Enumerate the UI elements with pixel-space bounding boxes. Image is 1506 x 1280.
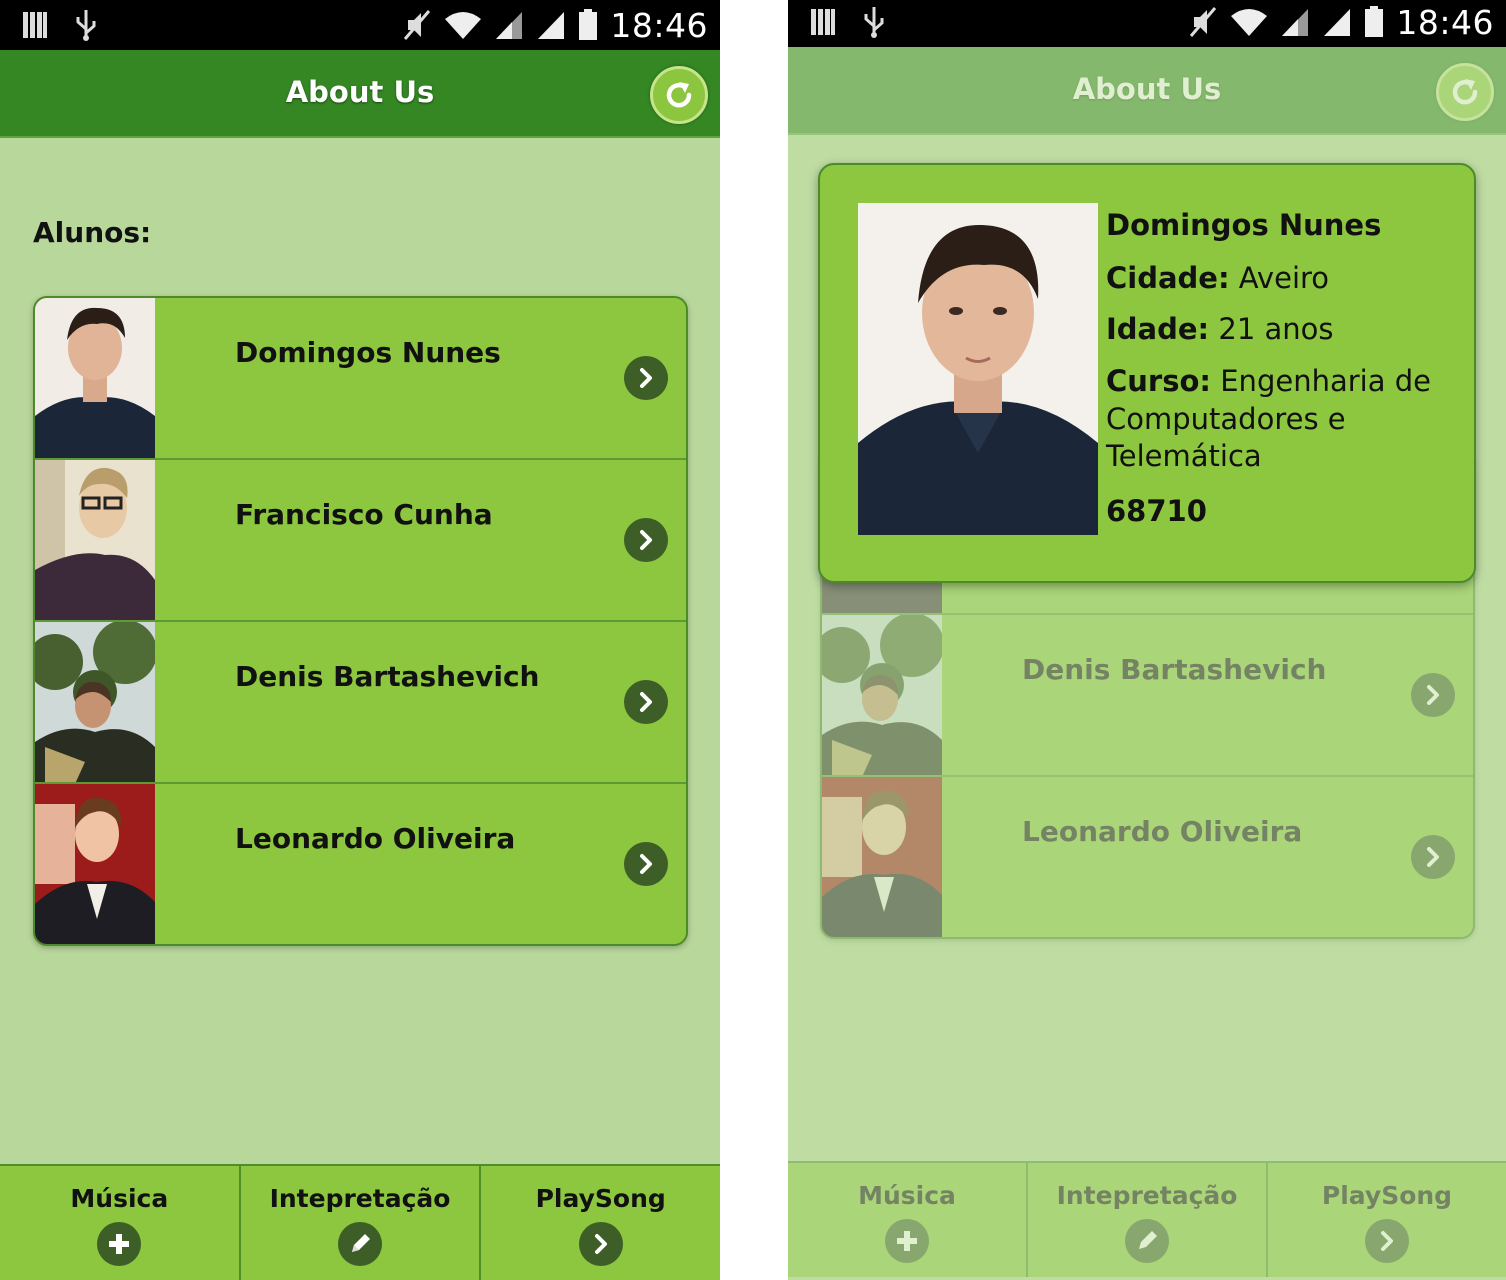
student-name: Leonardo Oliveira (235, 822, 516, 855)
status-bar: 18:46 (0, 0, 720, 50)
status-time: 18:46 (1396, 2, 1494, 42)
bottom-nav: Música Intepretação PlaySong (0, 1164, 720, 1280)
mute-icon (1188, 6, 1218, 38)
list-item-domingos[interactable]: Domingos Nunes (35, 298, 686, 460)
popup-photo (858, 203, 1098, 535)
battery-icon (1364, 6, 1384, 38)
plus-icon (97, 1222, 142, 1266)
usb-icon (862, 6, 886, 38)
usb-icon (74, 9, 98, 41)
student-name: Denis Bartashevich (235, 660, 540, 693)
app-header: About Us (0, 50, 720, 138)
signal-icon-2 (1322, 7, 1352, 37)
chevron-right-icon (578, 1222, 623, 1266)
city-value: Aveiro (1238, 260, 1330, 295)
students-heading: Alunos: (33, 216, 152, 249)
avatar-leonardo (35, 784, 155, 944)
popup-student-number: 68710 (1106, 494, 1207, 529)
signal-icon (1280, 7, 1310, 37)
refresh-button[interactable] (650, 66, 708, 124)
list-item-denis[interactable]: Denis Bartashevich (35, 622, 686, 784)
nav-label: Música (70, 1184, 169, 1213)
sd-card-icon (810, 7, 836, 37)
battery-icon (578, 9, 598, 41)
age-label: Idade: (1106, 312, 1210, 347)
student-name: Domingos Nunes (235, 336, 501, 369)
pencil-icon (338, 1222, 382, 1266)
popup-info: Domingos Nunes Cidade: Aveiro Idade: 21 … (1106, 203, 1456, 528)
student-detail-popup: Domingos Nunes Cidade: Aveiro Idade: 21 … (818, 163, 1476, 583)
list-item-leonardo[interactable]: Leonardo Oliveira (35, 784, 686, 944)
nav-musica[interactable]: Música (0, 1166, 241, 1280)
status-bar: 18:46 (788, 0, 1506, 47)
popup-city: Cidade: Aveiro (1106, 260, 1456, 298)
popup-course: Curso: Engenharia de Computadores e Tele… (1106, 363, 1456, 476)
chevron-right-icon[interactable] (624, 356, 668, 400)
chevron-right-icon[interactable] (624, 518, 668, 562)
signal-icon-2 (536, 10, 566, 40)
city-label: Cidade: (1106, 260, 1230, 295)
chevron-right-icon[interactable] (624, 842, 668, 886)
phone-screen-popup: 18:46 About Us (788, 0, 1506, 1280)
phone-screen-list: 18:46 About Us Alunos: Domingos Nunes Fr… (0, 0, 720, 1280)
page-title: About Us (285, 75, 435, 109)
wifi-icon (1230, 7, 1268, 37)
avatar-denis (35, 622, 155, 782)
nav-label: Intepretação (269, 1184, 451, 1213)
list-item-francisco[interactable]: Francisco Cunha (35, 460, 686, 622)
age-value: 21 anos (1218, 312, 1334, 347)
popup-student-name: Domingos Nunes (1106, 208, 1382, 242)
wifi-icon (444, 10, 482, 40)
student-list: Domingos Nunes Francisco Cunha Denis Bar… (33, 296, 688, 946)
signal-icon (494, 10, 524, 40)
student-name: Francisco Cunha (235, 498, 493, 531)
avatar-francisco (35, 460, 155, 620)
chevron-right-icon[interactable] (624, 680, 668, 724)
popup-age: Idade: 21 anos (1106, 311, 1456, 349)
nav-label: PlaySong (535, 1184, 666, 1213)
nav-intepretacao[interactable]: Intepretação (241, 1166, 482, 1280)
refresh-icon (666, 82, 692, 108)
nav-playsong[interactable]: PlaySong (481, 1166, 720, 1280)
avatar-domingos (35, 298, 155, 458)
course-label: Curso: (1106, 363, 1212, 398)
sd-card-icon (22, 10, 48, 40)
status-time: 18:46 (610, 5, 708, 45)
mute-icon (402, 9, 432, 41)
